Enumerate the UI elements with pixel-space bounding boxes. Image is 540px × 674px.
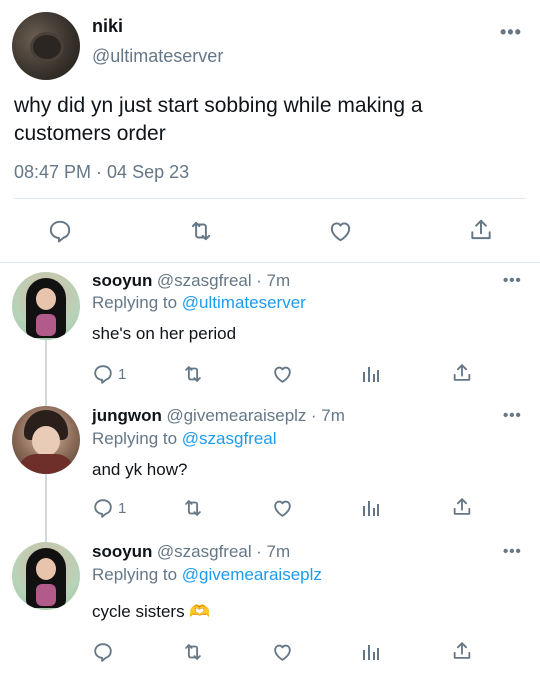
reply-icon <box>94 499 112 518</box>
reply-count: 1 <box>118 365 127 383</box>
username[interactable]: @szasgfreal <box>157 271 252 290</box>
avatar[interactable] <box>12 12 80 80</box>
reply-count: 1 <box>118 499 127 517</box>
share-icon <box>453 642 471 659</box>
reply-text: and yk how? <box>92 460 188 479</box>
like-button[interactable] <box>271 363 294 385</box>
retweet-button[interactable] <box>181 497 205 519</box>
reply-text: she's on her period <box>92 324 237 343</box>
heart-icon <box>274 500 291 517</box>
share-button[interactable] <box>451 496 473 518</box>
share-button[interactable] <box>468 217 494 243</box>
share-icon <box>471 219 491 240</box>
analytics-icon <box>363 501 379 516</box>
share-button[interactable] <box>451 640 473 662</box>
thread-line <box>45 340 47 406</box>
reply-icon <box>94 643 112 662</box>
retweet-icon <box>185 366 201 382</box>
reply-button[interactable] <box>47 218 73 244</box>
retweet-icon <box>185 644 201 660</box>
replying-to-label: Replying to <box>92 293 178 312</box>
like-button[interactable] <box>271 641 294 663</box>
tweet-timestamp: 08:47 PM · 04 Sep 23 <box>14 162 190 182</box>
reply-button[interactable]: 1 <box>92 363 126 385</box>
heart-icon <box>330 222 351 242</box>
divider <box>0 262 540 263</box>
retweet-button[interactable] <box>181 641 205 663</box>
username[interactable]: @givemearaiseplz <box>166 406 306 425</box>
replying-to-label: Replying to <box>92 565 178 584</box>
retweet-icon <box>191 221 211 241</box>
analytics-button[interactable] <box>361 364 381 384</box>
reply-icon <box>94 365 112 384</box>
reply-time: · 7m <box>310 406 345 425</box>
avatar[interactable] <box>12 406 80 474</box>
share-icon <box>453 498 471 515</box>
avatar[interactable] <box>12 542 80 610</box>
tweet-text: why did yn just start sobbing while maki… <box>14 94 423 145</box>
share-icon <box>453 364 471 381</box>
replying-to-label: Replying to <box>92 429 178 448</box>
username[interactable]: @ultimateserver <box>92 46 223 67</box>
retweet-button[interactable] <box>187 218 215 244</box>
retweet-icon <box>185 500 201 516</box>
analytics-icon <box>363 367 379 382</box>
reply-text: cycle sisters 🫶 <box>92 602 211 621</box>
more-options-icon[interactable]: ••• <box>503 272 522 289</box>
divider <box>14 198 526 199</box>
replying-to-link[interactable]: @szasgfreal <box>182 429 277 448</box>
thread-line <box>45 474 47 542</box>
like-button[interactable] <box>327 218 354 244</box>
avatar[interactable] <box>12 272 80 340</box>
more-options-icon[interactable]: ••• <box>503 407 522 424</box>
share-button[interactable] <box>451 362 473 384</box>
more-options-icon[interactable]: ••• <box>500 22 522 43</box>
display-name[interactable]: jungwon <box>92 406 162 425</box>
reply-icon <box>49 220 71 243</box>
analytics-icon <box>363 645 379 660</box>
display-name[interactable]: sooyun <box>92 542 152 561</box>
more-options-icon[interactable]: ••• <box>503 543 522 560</box>
replying-to-link[interactable]: @ultimateserver <box>182 293 306 312</box>
reply-button[interactable] <box>92 641 114 663</box>
analytics-button[interactable] <box>361 642 381 662</box>
heart-icon <box>274 366 291 383</box>
reply-time: · 7m <box>256 542 291 561</box>
reply-time: · 7m <box>256 271 291 290</box>
reply-button[interactable]: 1 <box>92 497 126 519</box>
display-name[interactable]: niki <box>92 16 123 37</box>
replying-to-link[interactable]: @givemearaiseplz <box>182 565 322 584</box>
retweet-button[interactable] <box>181 363 205 385</box>
username[interactable]: @szasgfreal <box>157 542 252 561</box>
heart-icon <box>274 644 291 661</box>
display-name[interactable]: sooyun <box>92 271 152 290</box>
like-button[interactable] <box>271 497 294 519</box>
analytics-button[interactable] <box>361 498 381 518</box>
